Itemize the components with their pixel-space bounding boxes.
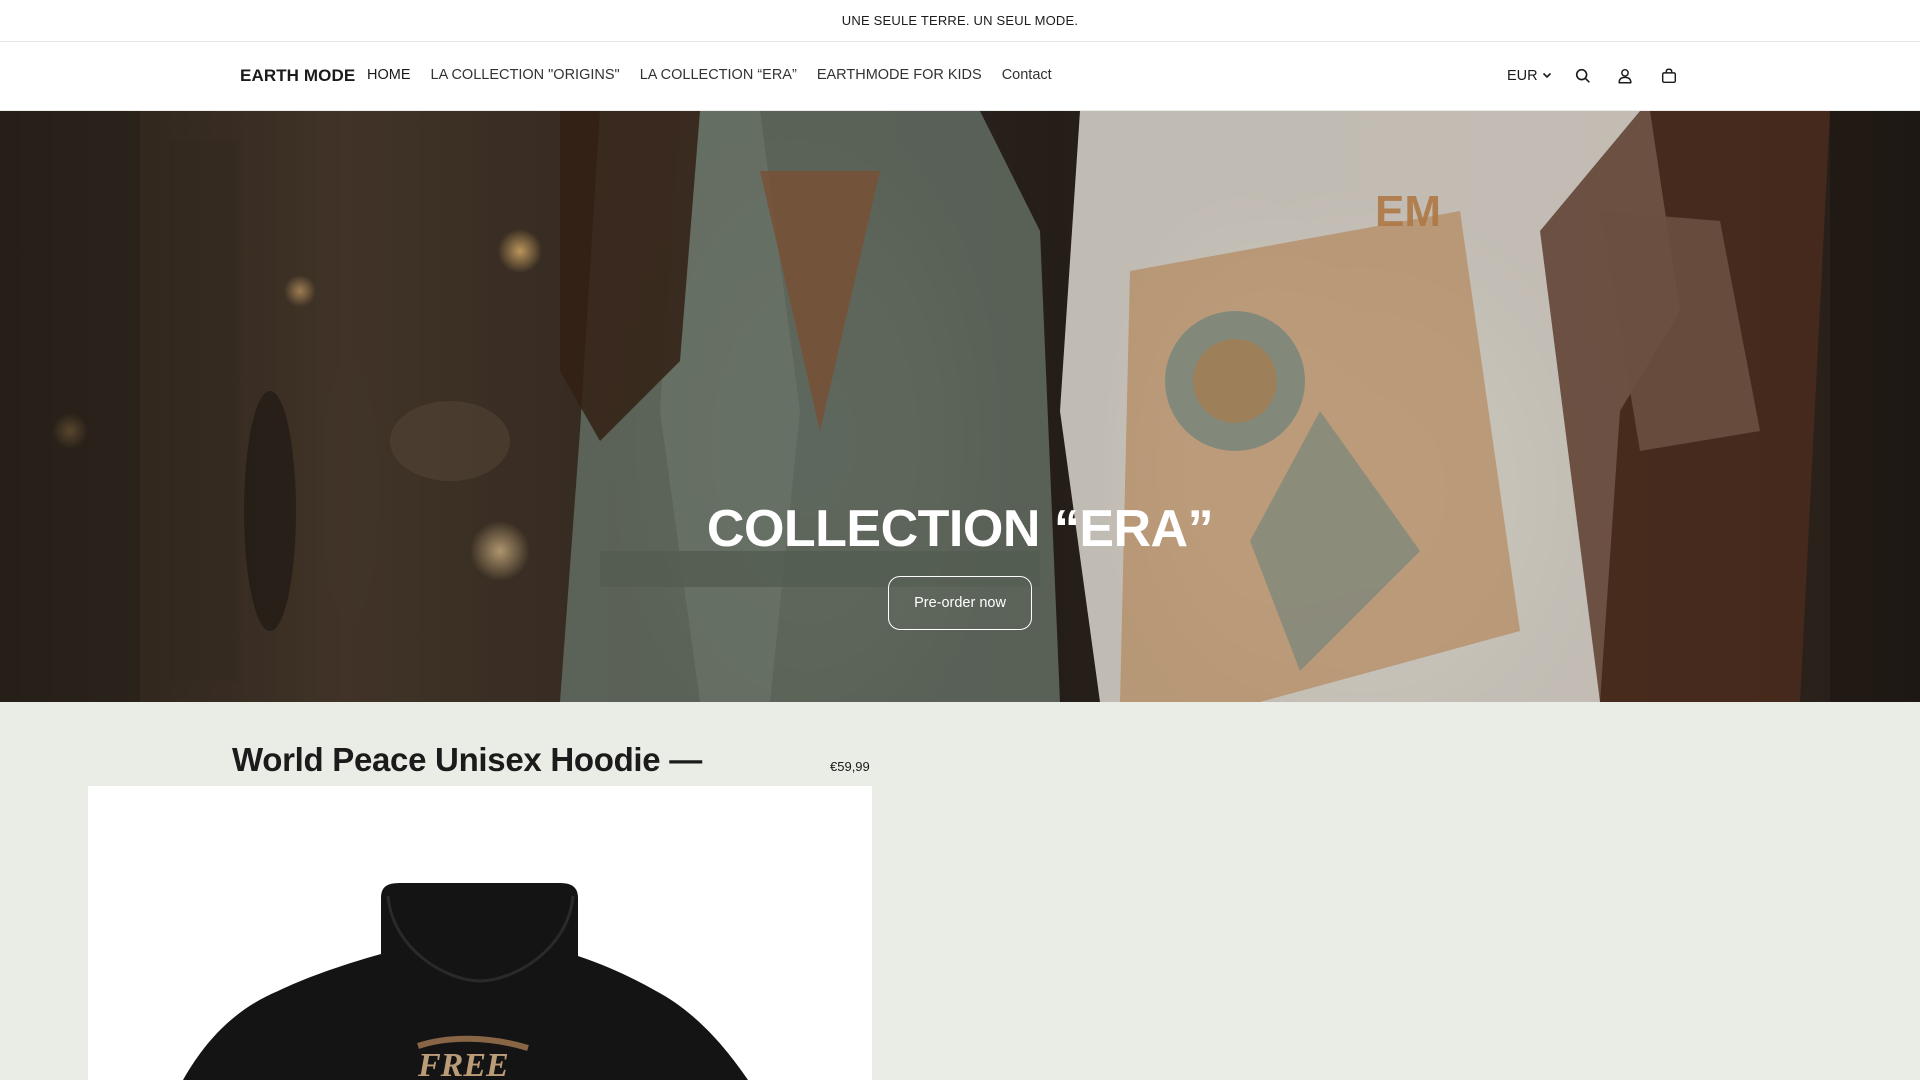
product-price: €59,99 — [830, 759, 870, 774]
currency-selector[interactable]: EUR — [1507, 68, 1552, 84]
nav-item-collection-era[interactable]: LA COLLECTION “ERA” — [640, 67, 797, 83]
product-title[interactable]: World Peace Unisex Hoodie — — [232, 741, 702, 779]
header-actions: EUR — [1507, 62, 1683, 90]
nav-item-contact[interactable]: Contact — [1002, 67, 1052, 83]
hoodie-image: FREE — [183, 883, 748, 1080]
search-button[interactable] — [1569, 62, 1597, 90]
search-icon — [1575, 68, 1590, 83]
main-nav: HOME LA COLLECTION "ORIGINS" LA COLLECTI… — [367, 67, 1052, 83]
nav-item-home[interactable]: HOME — [367, 67, 411, 83]
nav-item-earthmode-for-kids[interactable]: EARTHMODE FOR KIDS — [817, 67, 982, 83]
account-button[interactable] — [1611, 62, 1639, 90]
hero-banner: EM COLLECTION “ERA” Pre-order now — [0, 111, 1920, 702]
announcement-bar: UNE SEULE TERRE. UN SEUL MODE. — [0, 0, 1920, 42]
nav-item-collection-origins[interactable]: LA COLLECTION "ORIGINS" — [431, 67, 620, 83]
cart-button[interactable] — [1655, 62, 1683, 90]
account-icon — [1618, 68, 1632, 84]
site-logo[interactable]: EARTH MODE — [240, 66, 355, 86]
hero-title: COLLECTION “ERA” — [706, 500, 1214, 558]
chevron-down-icon — [1542, 68, 1552, 84]
pre-order-button[interactable]: Pre-order now — [888, 576, 1032, 630]
currency-label: EUR — [1507, 68, 1538, 84]
site-header: EARTH MODE HOME LA COLLECTION "ORIGINS" … — [0, 42, 1920, 111]
product-card[interactable]: FREE — [88, 786, 872, 1080]
cart-icon — [1661, 68, 1676, 84]
announcement-text: UNE SEULE TERRE. UN SEUL MODE. — [841, 13, 1079, 28]
svg-text:FREE: FREE — [417, 1047, 509, 1080]
